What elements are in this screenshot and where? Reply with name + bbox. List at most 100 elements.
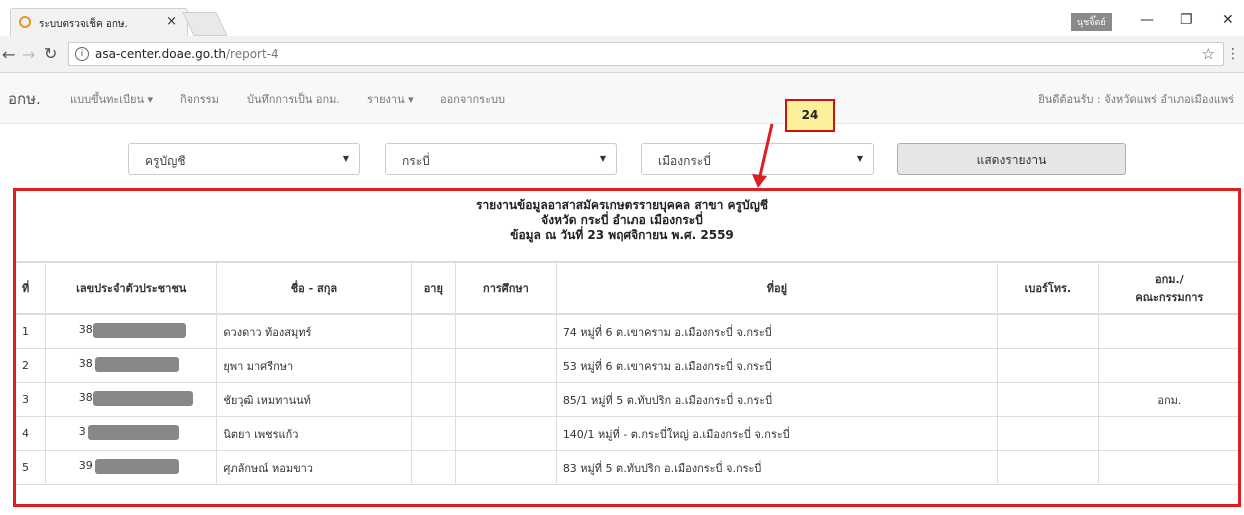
browser-menu-icon[interactable]: ⋮: [1226, 46, 1240, 62]
header-no: ที่: [14, 261, 47, 315]
cell-no: 1: [14, 313, 47, 349]
redaction-block: [92, 323, 186, 338]
table-row: 4 3 นิตยา เพชรแก้ว 140/1 หมู่ที่ - ต.กระ…: [14, 416, 1242, 451]
site-brand[interactable]: อกษ.: [8, 87, 41, 111]
branch-select[interactable]: ครูบัญชี ▼: [128, 143, 360, 175]
table-row: 2 38 ยุพา มาศรีกษา 53 หมู่ที่ 6 ต.เขาครา…: [14, 348, 1242, 383]
cell-education: [455, 313, 557, 349]
profile-badge[interactable]: นุชจิ๊ดย์: [1071, 13, 1112, 31]
cell-address: 83 หมู่ที่ 5 ต.ทับปริก อ.เมืองกระบี่ จ.ก…: [555, 450, 999, 485]
tab-close-icon[interactable]: ×: [166, 14, 177, 29]
table-row: 5 39 ศุภลักษณ์ หอมขาว 83 หมู่ที่ 5 ต.ทับ…: [14, 450, 1242, 485]
cell-education: [455, 416, 557, 451]
cell-address: 85/1 หมู่ที่ 5 ต.ทับปริก อ.เมืองกระบี่ จ…: [555, 382, 999, 417]
chevron-down-icon: ▼: [856, 154, 863, 163]
id-prefix: 39: [78, 459, 93, 472]
cell-role: อกม.: [1097, 382, 1242, 417]
cell-age: [410, 313, 457, 349]
browser-toolbar: ← → ↻ i asa-center.doae.go.th/report-4 ☆…: [0, 36, 1244, 73]
cell-no: 3: [14, 382, 47, 417]
cell-phone: [997, 382, 1099, 417]
header-id: เลขประจำตัวประชาชน: [45, 261, 218, 315]
window-close-icon[interactable]: ✕: [1222, 12, 1234, 28]
cell-age: [410, 416, 457, 451]
table-header-row: ที่ เลขประจำตัวประชาชน ชื่อ - สกุล อายุ …: [14, 261, 1242, 315]
cell-name: ยุพา มาศรีกษา: [216, 348, 412, 383]
site-navbar: อกษ. แบบขึ้นทะเบียน ▾ กิจกรรม บันทึกการเ…: [0, 73, 1244, 124]
cell-education: [455, 348, 557, 383]
cell-name: ดวงดาว ท้องสมุทร์: [216, 313, 412, 349]
cell-education: [455, 382, 557, 417]
province-select[interactable]: กระบี่ ▼: [385, 143, 617, 175]
forward-arrow-icon[interactable]: →: [22, 45, 35, 64]
cell-id: 38: [45, 382, 218, 417]
cell-address: 74 หมู่ที่ 6 ต.เขาคราม อ.เมืองกระบี่ จ.ก…: [555, 313, 999, 349]
header-role: อกม./ คณะกรรมการ: [1097, 261, 1242, 315]
header-age: อายุ: [410, 261, 457, 315]
id-prefix: 38: [78, 391, 93, 404]
url-text[interactable]: asa-center.doae.go.th/report-4: [95, 47, 279, 61]
cell-role: [1097, 416, 1242, 451]
bookmark-star-icon[interactable]: ☆: [1202, 45, 1215, 63]
site-favicon-icon: [19, 16, 31, 28]
branch-select-value: ครูบัญชี: [145, 154, 186, 168]
cell-no: 4: [14, 416, 47, 451]
nav-record-akm[interactable]: บันทึกการเป็น อกม.: [247, 90, 340, 108]
redaction-block: [94, 459, 179, 474]
nav-reports[interactable]: รายงาน ▾: [367, 90, 414, 108]
new-tab-button[interactable]: [182, 12, 228, 36]
id-prefix: 38: [78, 323, 93, 336]
maximize-icon[interactable]: ❐: [1180, 12, 1193, 28]
welcome-text: ยินดีต้อนรับ : จังหวัดแพร่ อำเภอเมืองแพร…: [1038, 93, 1234, 106]
redaction-block: [92, 391, 193, 406]
url-host: asa-center.doae.go.th: [95, 47, 226, 61]
cell-address: 53 หมู่ที่ 6 ต.เขาคราม อ.เมืองกระบี่ จ.ก…: [555, 348, 999, 383]
cell-role: [1097, 348, 1242, 383]
chevron-down-icon: ▼: [342, 154, 349, 163]
annotation-callout: 24: [785, 99, 835, 132]
tab-title: ระบบตรวจเช็ค อกษ.: [39, 19, 128, 30]
url-path: /report-4: [226, 47, 279, 61]
cell-no: 5: [14, 450, 47, 485]
nav-logout[interactable]: ออกจากระบบ: [440, 90, 505, 108]
header-education: การศึกษา: [455, 261, 557, 315]
reload-icon[interactable]: ↻: [44, 44, 57, 63]
browser-tabstrip: ระบบตรวจเช็ค อกษ. × นุชจิ๊ดย์ — ❐ ✕: [0, 0, 1244, 37]
report-table: ที่ เลขประจำตัวประชาชน ชื่อ - สกุล อายุ …: [14, 261, 1242, 485]
cell-phone: [997, 313, 1099, 349]
nav-activities[interactable]: กิจกรรม: [180, 90, 219, 108]
id-prefix: 38: [78, 357, 93, 370]
cell-id: 38: [45, 313, 218, 349]
cell-age: [410, 348, 457, 383]
back-arrow-icon[interactable]: ←: [2, 45, 15, 64]
browser-tab[interactable]: ระบบตรวจเช็ค อกษ. ×: [10, 8, 188, 37]
cell-phone: [997, 348, 1099, 383]
report-date: ข้อมูล ณ วันที่ 23 พฤศจิกายน พ.ศ. 2559: [510, 228, 734, 242]
header-role-line2: คณะกรรมการ: [1135, 291, 1204, 304]
province-select-value: กระบี่: [402, 154, 430, 168]
district-select[interactable]: เมืองกระบี่ ▼: [641, 143, 874, 175]
cell-role: [1097, 313, 1242, 349]
header-name: ชื่อ - สกุล: [216, 261, 412, 315]
cell-name: ชัยวุฒิ เหมทานนท์: [216, 382, 412, 417]
chevron-down-icon: ▼: [599, 154, 606, 163]
cell-age: [410, 450, 457, 485]
cell-id: 38: [45, 348, 218, 383]
cell-role: [1097, 450, 1242, 485]
header-role-line1: อกม./: [1154, 273, 1184, 286]
nav-registration[interactable]: แบบขึ้นทะเบียน ▾: [70, 90, 153, 108]
cell-id: 3: [45, 416, 218, 451]
cell-name: นิตยา เพชรแก้ว: [216, 416, 412, 451]
cell-no: 2: [14, 348, 47, 383]
id-prefix: 3: [78, 425, 86, 438]
district-select-value: เมืองกระบี่: [658, 154, 711, 168]
cell-phone: [997, 416, 1099, 451]
info-icon[interactable]: i: [75, 47, 89, 61]
address-bar[interactable]: i asa-center.doae.go.th/report-4 ☆: [68, 42, 1224, 66]
cell-name: ศุภลักษณ์ หอมขาว: [216, 450, 412, 485]
show-report-button[interactable]: แสดงรายงาน: [897, 143, 1126, 175]
cell-age: [410, 382, 457, 417]
table-row: 3 38 ชัยวุฒิ เหมทานนท์ 85/1 หมู่ที่ 5 ต.…: [14, 382, 1242, 417]
minimize-icon[interactable]: —: [1140, 12, 1154, 28]
cell-id: 39: [45, 450, 218, 485]
